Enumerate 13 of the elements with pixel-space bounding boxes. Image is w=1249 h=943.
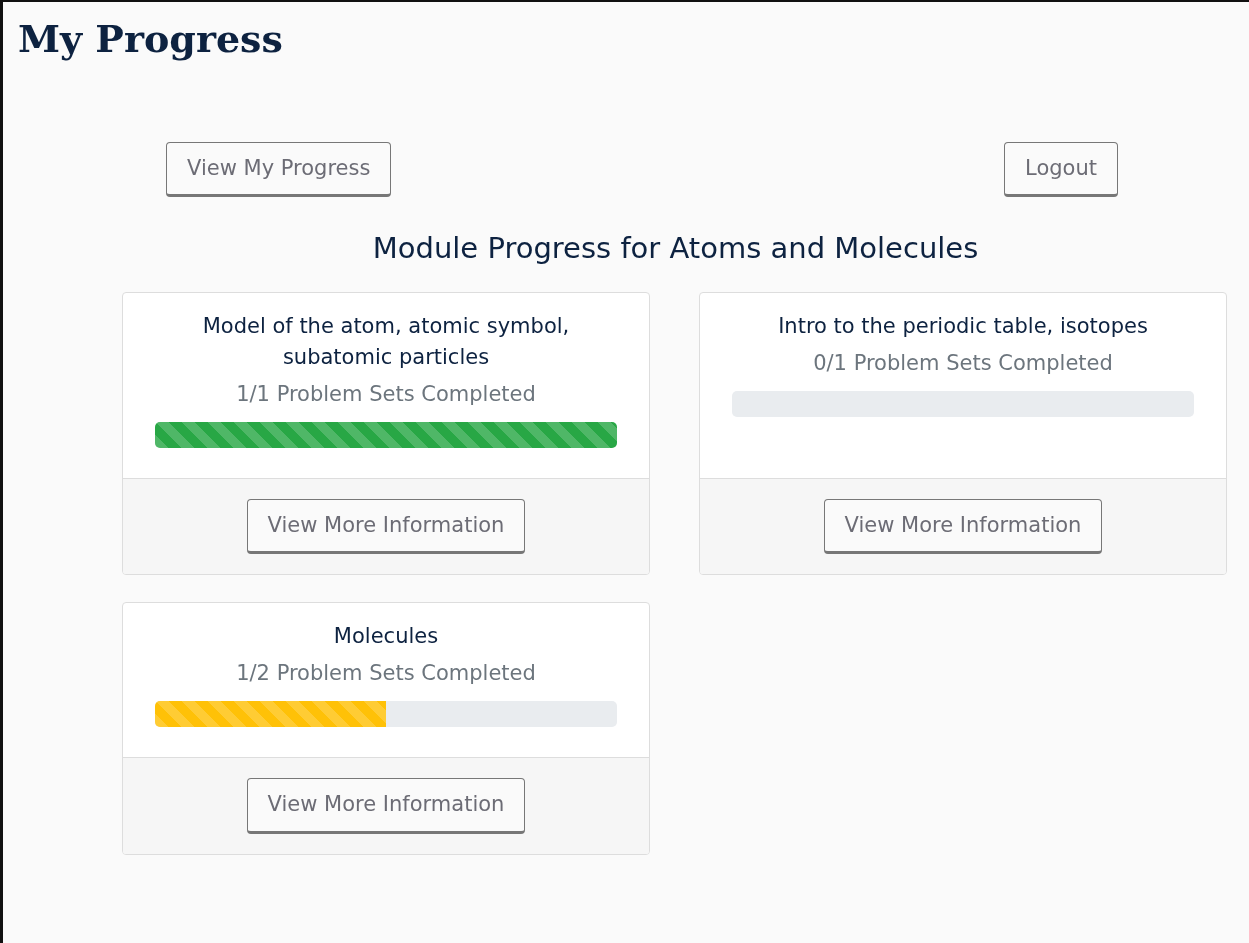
more-info-button[interactable]: View More Information: [246, 499, 526, 555]
module-status: 1/2 Problem Sets Completed: [235, 660, 537, 688]
logout-button[interactable]: Logout: [1004, 142, 1118, 198]
module-title: Intro to the periodic table, isotopes: [777, 313, 1149, 341]
more-info-button[interactable]: View More Information: [246, 778, 526, 834]
module-title: Molecules: [332, 623, 440, 651]
module-status: 0/1 Problem Sets Completed: [812, 350, 1114, 378]
section-heading: Module Progress for Atoms and Molecules: [371, 230, 980, 267]
page-title: My Progress: [18, 15, 283, 63]
more-info-button[interactable]: View More Information: [823, 499, 1103, 555]
module-title: Model of the atom, atomic symbol, subatomic particles: [201, 313, 571, 372]
view-progress-button[interactable]: View My Progress: [166, 142, 392, 198]
module-status: 1/1 Problem Sets Completed: [235, 381, 537, 409]
